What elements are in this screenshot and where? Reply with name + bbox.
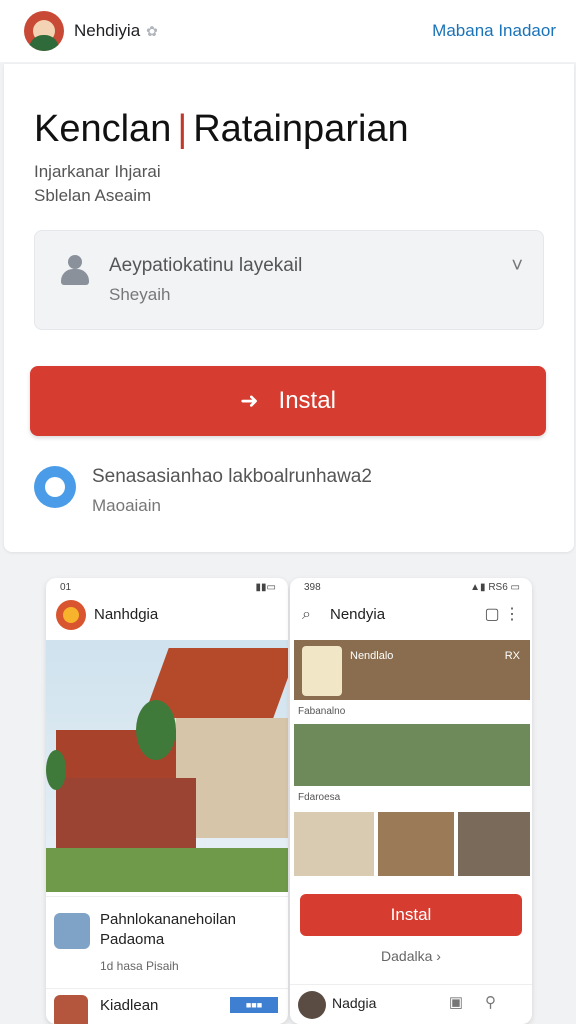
user-avatar-icon xyxy=(57,253,91,287)
bottom-nav: Nadgia ▣⚲ xyxy=(290,984,532,1024)
subtitle-line-2: Sblelan Aseaim xyxy=(34,186,152,205)
account-selector[interactable]: Aeypatiokatinu layekail Sheyaih ˅ xyxy=(34,230,544,330)
install-button[interactable]: ➜ Instal xyxy=(30,366,546,436)
title-separator: | xyxy=(177,108,188,150)
photo-tile[interactable]: Nendlalo RX xyxy=(294,640,530,700)
title-right: Ratainparian xyxy=(193,108,409,150)
subtitle-line-1: Injarkanar Ihjarai xyxy=(34,162,161,181)
info-sub: Maoaiain xyxy=(92,496,161,515)
bottom-row[interactable]: Kiadlean ■■■ xyxy=(46,988,288,1024)
status-time: 01 xyxy=(60,582,72,593)
page-title: Kenclan | Ratainparian xyxy=(34,108,409,151)
shot-app-logo xyxy=(56,600,86,630)
page-subtitle: Injarkanar Ihjarai Sblelan Aseaim xyxy=(34,160,161,208)
bottom-nav-name: Nadgia xyxy=(332,995,377,1011)
app-thumbnail xyxy=(54,913,90,949)
info-text: Senasasianhao lakboalrunhawa2 xyxy=(92,466,372,487)
app-row-name-1: Pahnlokananehoilan xyxy=(100,911,236,928)
app-row-meta: 1d hasa Pisaih xyxy=(100,959,179,973)
nav-icons[interactable]: ▣⚲ xyxy=(449,993,518,1011)
building-photo xyxy=(46,640,288,892)
photo-tile[interactable] xyxy=(378,812,454,876)
tile-caption-1: Fabanalno xyxy=(298,706,346,717)
shot-app-title: Nendyia xyxy=(330,606,386,623)
account-sub: Sheyaih xyxy=(109,285,171,304)
chat-icon[interactable]: ▢ ⋮ xyxy=(484,604,520,624)
photo-tile[interactable] xyxy=(458,812,530,876)
tile-caption-2: Fdaroesa xyxy=(298,792,341,803)
photo-tile[interactable] xyxy=(294,812,374,876)
status-time: 398 xyxy=(304,582,321,593)
signal-icon: ▲▮ RS6 ▭ xyxy=(470,582,520,593)
app-name: Nehdiyia xyxy=(74,21,141,40)
verified-badge-icon: ✿ xyxy=(146,22,158,39)
install-button-small[interactable]: Instal xyxy=(300,894,522,936)
developer-link[interactable]: Mabana Inadaor xyxy=(432,21,556,41)
install-card: Kenclan | Ratainparian Injarkanar Ihjarai … xyxy=(4,64,574,552)
shot-app-title: Nanhdgia xyxy=(94,606,159,623)
logo-body xyxy=(29,35,59,51)
bottom-tag: ■■■ xyxy=(230,997,278,1013)
chevron-down-icon[interactable]: ˅ xyxy=(511,255,523,278)
avatar[interactable] xyxy=(298,991,326,1019)
preview-screenshot-2[interactable]: 398 ▲▮ RS6 ▭ ⌕ Nendyia ▢ ⋮ Nendlalo RX F… xyxy=(290,578,532,1024)
app-logo[interactable] xyxy=(24,11,64,51)
top-bar: Nehdiyia ✿ Mabana Inadaor xyxy=(0,0,576,62)
app-row-name-2: Padaoma xyxy=(100,931,165,948)
install-button-label: Instal xyxy=(278,387,336,414)
preview-screenshot-1[interactable]: 01 ▮▮▭ Nanhdgia Pahnlokananehoilan Padao… xyxy=(46,578,288,1024)
tile-badge: RX xyxy=(504,650,520,662)
details-link[interactable]: Dadalka › xyxy=(290,948,532,964)
tile-label: Nendlalo xyxy=(350,650,394,662)
app-row[interactable]: Pahnlokananehoilan Padaoma 1d hasa Pisai… xyxy=(46,896,288,982)
info-icon xyxy=(34,466,76,508)
bottom-thumbnail xyxy=(54,995,88,1024)
battery-icon: ▮▮▭ xyxy=(255,582,276,593)
bottom-row-name: Kiadlean xyxy=(100,997,159,1014)
photo-tile[interactable] xyxy=(294,724,530,786)
status-right: RS6 xyxy=(488,582,508,593)
search-icon[interactable]: ⌕ xyxy=(302,606,311,624)
account-name: Aeypatiokatinu layekail xyxy=(109,255,303,276)
title-left: Kenclan xyxy=(34,108,172,150)
install-arrow-icon: ➜ xyxy=(240,388,259,413)
